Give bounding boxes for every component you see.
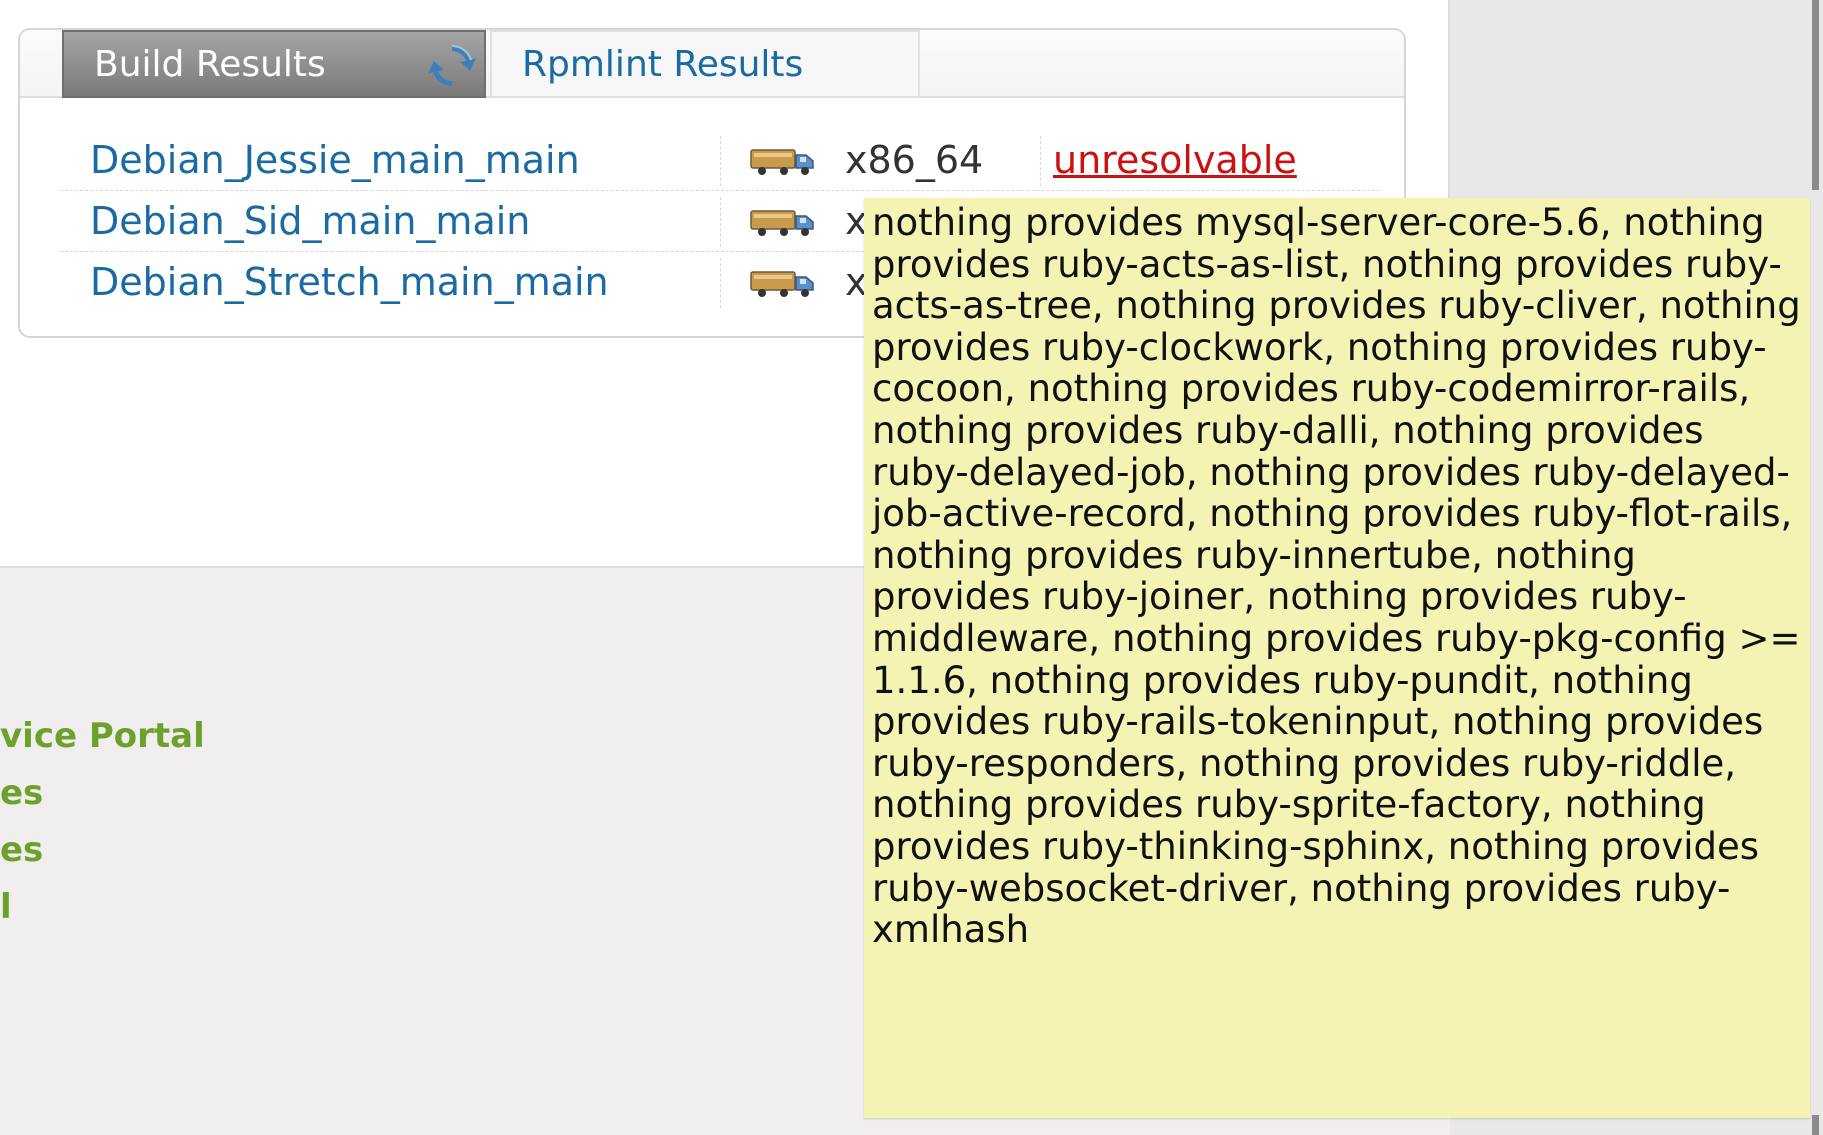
footer-link[interactable]: l: [0, 883, 205, 940]
arch-label: x86_64: [845, 138, 984, 182]
scrollbar-thumb[interactable]: [1812, 0, 1819, 190]
refresh-icon[interactable]: [426, 40, 478, 92]
footer-link[interactable]: es: [0, 826, 205, 883]
truck-icon: [750, 210, 814, 236]
scrollbar-end[interactable]: [1812, 1115, 1819, 1135]
tab-rpmlint-results-label: Rpmlint Results: [522, 44, 804, 85]
truck-icon: [750, 271, 814, 297]
table-row: Debian_Jessie_main_main x86_64 unresolva…: [60, 130, 1380, 191]
truck-icon: [750, 149, 814, 175]
tab-rpmlint-results[interactable]: Rpmlint Results: [490, 30, 920, 98]
repository-link[interactable]: Debian_Sid_main_main: [90, 199, 530, 243]
tab-build-results-label: Build Results: [94, 44, 326, 85]
status-details-tooltip: nothing provides mysql-server-core-5.6, …: [864, 198, 1810, 1118]
tab-build-results[interactable]: Build Results: [62, 30, 486, 98]
repository-link[interactable]: Debian_Stretch_main_main: [90, 260, 609, 304]
footer-link-service-portal[interactable]: vice Portal: [0, 712, 205, 769]
results-tabbar: Build Results Rpmlint Results: [20, 30, 1404, 98]
repository-link[interactable]: Debian_Jessie_main_main: [90, 138, 580, 182]
status-link[interactable]: unresolvable: [1053, 138, 1297, 182]
footer-links: vice Portal es es l: [0, 712, 205, 940]
footer-link[interactable]: es: [0, 769, 205, 826]
